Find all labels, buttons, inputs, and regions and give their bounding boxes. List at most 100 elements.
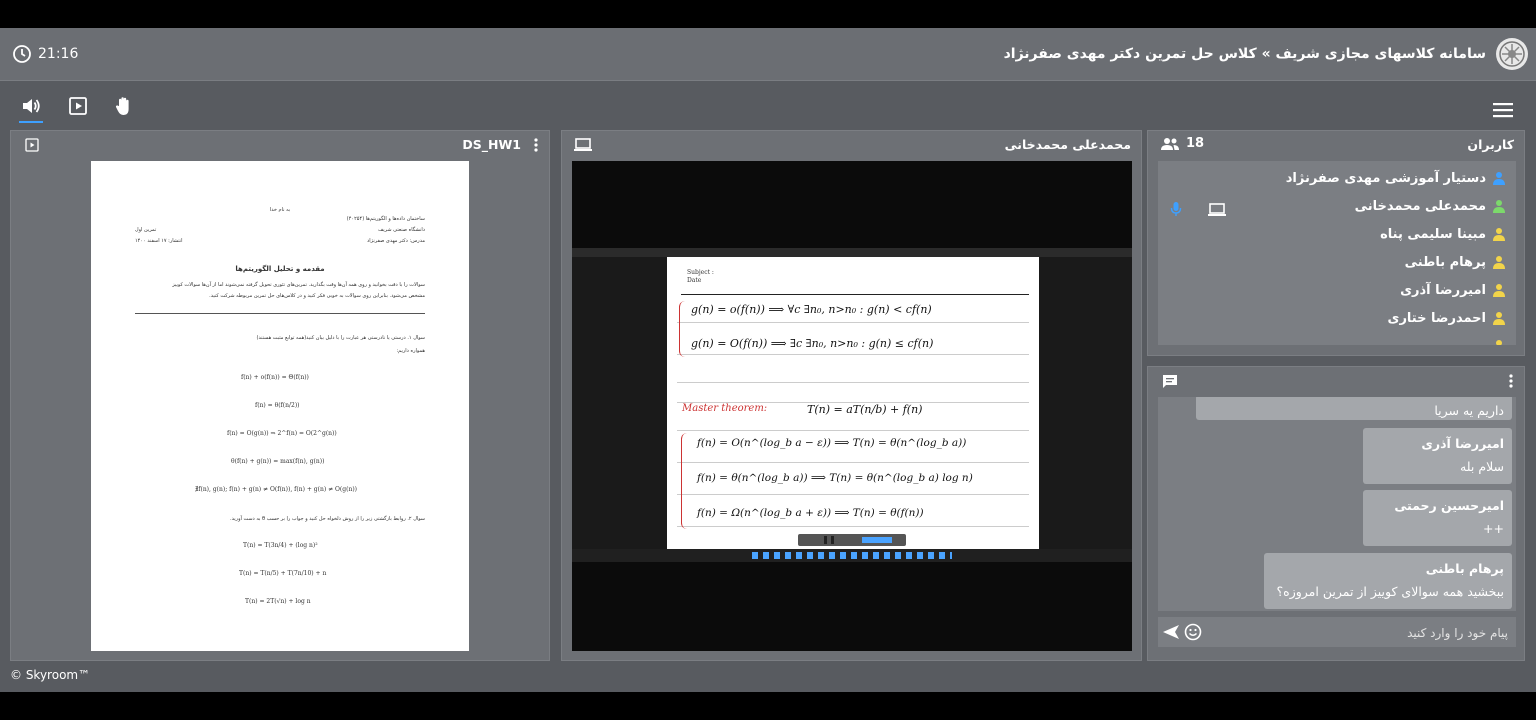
send-icon[interactable] (1162, 624, 1180, 640)
doc-q1b: همواره داریم: (396, 348, 425, 354)
chat-panel-header (1148, 367, 1524, 395)
emoji-icon[interactable] (1184, 623, 1202, 641)
chat-message-text: ++ (1483, 521, 1504, 536)
wb-case-2: f(n) = θ(n^(log_b a)) ⟹ T(n) = θ(n^(log_… (697, 472, 973, 484)
presenter-name: محمدعلی محمدخانی (1004, 137, 1131, 152)
presentation-icon[interactable] (25, 138, 39, 152)
header-bar: 21:16 سامانه کلاسهای مجازی شریف » کلاس ح… (0, 28, 1536, 81)
university-logo-icon (1496, 38, 1528, 70)
doc-hw: تمرین اول (135, 227, 157, 233)
user-icon (1493, 228, 1505, 241)
shared-desktop: Subject : Date g(n) = o(f(n)) ⟹ ∀c ∃n₀, … (572, 248, 1132, 562)
chat-message-author: امیررضا آذری (1421, 436, 1504, 451)
chat-messages[interactable]: داریم یه سریا امیررضا آذری سلام بله امیر… (1158, 397, 1516, 611)
doc-formula-3: f(n) = O(g(n)) ⇒ 2^f(n) = O(2^g(n)) (227, 430, 337, 437)
user-name: دستیار آموزشی مهدی صفرنژاد (1285, 170, 1486, 186)
chat-message-author: امیرحسین رحمتی (1394, 498, 1504, 513)
doc-q1: سوال ۱. درستی یا نادرستی هر عبارت را با … (256, 335, 425, 341)
doc-intro-2: مشخص می‌شود. بنابراین روی سوالات به خوبی… (209, 293, 425, 299)
user-name: پرهام باطنی (1404, 254, 1486, 270)
wb-line-1: g(n) = o(f(n)) ⟹ ∀c ∃n₀, n>n₀ : g(n) < c… (691, 303, 932, 316)
speaker-icon (23, 99, 40, 113)
user-count-value: 18 (1186, 136, 1205, 151)
user-item[interactable]: پرهام باطنی (1405, 251, 1506, 273)
wb-master-formula: T(n) = aT(n/b) + f(n) (807, 403, 923, 416)
toolbar (0, 81, 1536, 129)
wb-brace-2 (681, 433, 688, 529)
users-list: دستیار آموزشی مهدی صفرنژاد محمدعلی محمدخ… (1158, 161, 1516, 345)
more-options-icon[interactable] (533, 137, 539, 153)
users-icon (1161, 137, 1179, 150)
wb-header-line (681, 294, 1029, 295)
user-item[interactable]: محمدعلی محمدخانی (1355, 195, 1506, 217)
user-count: 18 (1160, 136, 1204, 151)
presentation-button[interactable] (65, 93, 91, 119)
chat-message-author: پرهام باطنی (1425, 561, 1504, 576)
menu-button[interactable] (1490, 97, 1516, 123)
doc-university: دانشگاه صنعتی شریف (378, 227, 425, 233)
user-item[interactable]: مبینا سلیمی پناه (1380, 223, 1506, 245)
wb-case-3: f(n) = Ω(n^(log_b a + ε)) ⟹ T(n) = θ(f(n… (697, 507, 924, 519)
shared-window-titlebar (572, 248, 1132, 257)
document-page[interactable]: به نام خدا ساختمان داده‌ها و الگوریتم‌ها… (91, 161, 469, 651)
chat-input-bar (1158, 617, 1516, 647)
chat-message-input[interactable] (1208, 621, 1510, 645)
user-icon (1493, 312, 1505, 325)
user-name: امیررضا آذری (1400, 282, 1486, 298)
video-panel: محمدعلی محمدخانی Subject : Date g(n) = o… (561, 130, 1142, 661)
screen-share-icon (1208, 203, 1226, 216)
whiteboard-page: Subject : Date g(n) = o(f(n)) ⟹ ∀c ∃n₀, … (667, 257, 1039, 549)
chat-message: پرهام باطنی ببخشید همه سوالای کوییز از ت… (1264, 553, 1512, 609)
shared-taskbar (572, 549, 1132, 562)
doc-divider (135, 313, 425, 314)
user-icon (1496, 340, 1502, 345)
doc-top-center: به نام خدا (269, 207, 291, 213)
wb-subject: Subject : (687, 269, 714, 276)
user-icon (1493, 172, 1505, 185)
user-item[interactable]: دستیار آموزشی مهدی صفرنژاد (1286, 167, 1506, 189)
user-icon (1493, 284, 1505, 297)
document-title: DS_HW1 (462, 137, 521, 152)
doc-heading: مقدمه و تحلیل الگوریتم‌ها (235, 265, 325, 273)
user-name: محمدعلی محمدخانی (1354, 198, 1486, 214)
wb-case-1: f(n) = O(n^(log_b a − ε)) ⟹ T(n) = θ(n^(… (697, 437, 967, 449)
user-item[interactable] (1492, 335, 1506, 345)
microphone-icon (1170, 202, 1182, 216)
wb-brace-1 (679, 301, 686, 357)
chat-message: امیرحسین رحمتی ++ (1363, 490, 1512, 546)
raise-hand-icon (115, 97, 129, 115)
raise-hand-button[interactable] (111, 93, 137, 119)
chat-message-text: داریم یه سریا (1434, 403, 1504, 418)
chat-panel: داریم یه سریا امیررضا آذری سلام بله امیر… (1147, 366, 1525, 661)
doc-formula-5: ∄f(n), g(n); f(n) + g(n) ≠ O(f(n)), f(n)… (195, 486, 357, 493)
video-panel-header: محمدعلی محمدخانی (562, 131, 1141, 159)
player-controls[interactable] (798, 534, 906, 546)
doc-formula-4: θ(f(n) + g(n)) = max(f(n), g(n)) (231, 458, 325, 465)
users-title: کاربران (1467, 137, 1514, 152)
doc-course: ساختمان داده‌ها و الگوریتم‌ها (۴۰۲۵۴) (346, 216, 425, 222)
active-tab-indicator (19, 121, 43, 123)
chat-message: داریم یه سریا (1196, 397, 1512, 420)
doc-instructor: مدرس: دکتر مهدی صفرنژاد (367, 238, 425, 244)
clock-time: 21:16 (38, 46, 79, 62)
page-title: سامانه کلاسهای مجازی شریف » کلاس حل تمری… (1003, 46, 1486, 62)
presentation-icon (69, 97, 87, 115)
user-item[interactable]: احمدرضا ختاری (1388, 307, 1506, 329)
users-panel: 18 کاربران دستیار آموزشی مهدی صفرنژاد مح… (1147, 130, 1525, 356)
user-icon (1493, 200, 1505, 213)
wb-master-label: Master theorem: (682, 403, 768, 414)
users-panel-header: 18 کاربران (1148, 131, 1524, 159)
chat-message-text: ببخشید همه سوالای کوییز از تمرین امروزه؟ (1276, 584, 1504, 599)
wb-line-2: g(n) = O(f(n)) ⟹ ∃c ∃n₀, n>n₀ : g(n) ≤ c… (691, 337, 934, 350)
speaker-button[interactable] (18, 93, 44, 119)
shared-screen-video[interactable]: Subject : Date g(n) = o(f(n)) ⟹ ∀c ∃n₀, … (572, 161, 1132, 651)
skyroom-app: 21:16 سامانه کلاسهای مجازی شریف » کلاس ح… (0, 28, 1536, 692)
user-item[interactable]: امیررضا آذری (1400, 279, 1506, 301)
title-area: سامانه کلاسهای مجازی شریف » کلاس حل تمری… (1004, 38, 1528, 70)
more-options-icon[interactable] (1508, 373, 1514, 389)
wb-date: Date (687, 277, 702, 284)
doc-recurrence-3: T(n) = 2T(√n) + log n (245, 598, 311, 605)
doc-formula-1: f(n) + o(f(n)) = Θ(f(n)) (241, 374, 309, 381)
clock-icon (13, 45, 31, 63)
user-name: احمدرضا ختاری (1387, 310, 1486, 326)
